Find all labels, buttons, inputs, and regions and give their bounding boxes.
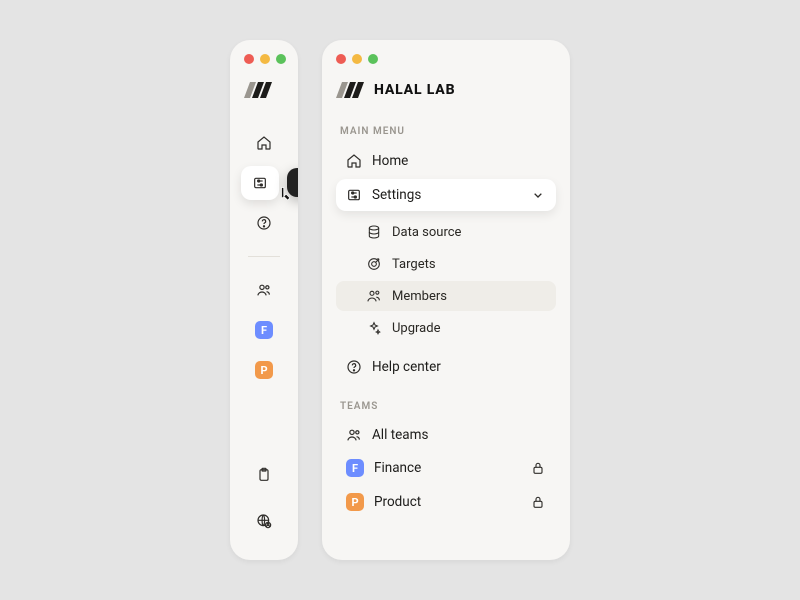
rail-item-home[interactable] (245, 126, 283, 160)
lock-icon (530, 460, 546, 476)
sparkle-icon (366, 320, 382, 336)
teams-item-label: All teams (372, 427, 428, 443)
submenu-item-upgrade[interactable]: Upgrade (336, 313, 556, 343)
rail-item-all-teams[interactable] (245, 273, 283, 307)
members-icon (366, 288, 382, 304)
submenu-item-label: Data source (392, 225, 461, 240)
team-badge-finance: F (255, 321, 273, 339)
users-icon (256, 282, 272, 298)
rail-item-settings[interactable]: Settings (241, 166, 279, 200)
submenu-item-members[interactable]: Members (336, 281, 556, 311)
menu-item-home[interactable]: Home (336, 145, 556, 177)
maximize-window-button[interactable] (368, 54, 378, 64)
menu-item-label: Settings (372, 187, 421, 203)
menu-item-settings[interactable]: Settings (336, 179, 556, 211)
help-icon (346, 359, 362, 375)
submenu-item-label: Members (392, 289, 447, 304)
minimize-window-button[interactable] (260, 54, 270, 64)
lock-icon (530, 494, 546, 510)
rail-item-notes[interactable] (245, 458, 283, 492)
team-badge-finance: F (346, 459, 364, 477)
submenu-item-label: Targets (392, 257, 436, 272)
maximize-window-button[interactable] (276, 54, 286, 64)
settings-submenu: Data source Targets Members Upgrade (336, 217, 556, 343)
database-icon (366, 224, 382, 240)
teams-item-all[interactable]: All teams (336, 420, 556, 450)
close-window-button[interactable] (244, 54, 254, 64)
rail-item-product[interactable]: P (245, 353, 283, 387)
teams-item-label: Finance (374, 460, 421, 476)
home-icon (256, 135, 272, 151)
menu-item-help[interactable]: Help center (336, 351, 556, 383)
minimize-window-button[interactable] (352, 54, 362, 64)
sidebar-collapsed: Settings F P (230, 40, 298, 560)
users-icon (346, 427, 362, 443)
section-label-main: MAIN MENU (340, 126, 556, 137)
tooltip-settings: Settings (287, 168, 298, 197)
brand-logo-icon (244, 82, 274, 98)
teams-item-product[interactable]: P Product (336, 486, 556, 518)
menu-item-label: Help center (372, 359, 441, 375)
sliders-icon (252, 175, 268, 191)
globe-user-icon (256, 513, 272, 529)
window-controls (244, 54, 286, 64)
teams-item-label: Product (374, 494, 421, 510)
sidebar-expanded: HALAL LAB MAIN MENU Home Settings Data (322, 40, 570, 560)
submenu-item-label: Upgrade (392, 321, 440, 336)
team-badge-product: P (255, 361, 273, 379)
rail-item-help[interactable] (245, 206, 283, 240)
close-window-button[interactable] (336, 54, 346, 64)
brand-logo-icon (336, 82, 366, 98)
menu-item-label: Home (372, 153, 408, 169)
window-controls (336, 54, 556, 64)
clipboard-icon (256, 467, 272, 483)
submenu-item-targets[interactable]: Targets (336, 249, 556, 279)
brand-row: HALAL LAB (336, 82, 556, 98)
teams-item-finance[interactable]: F Finance (336, 452, 556, 484)
home-icon (346, 153, 362, 169)
chevron-down-icon (530, 187, 546, 203)
submenu-item-data-source[interactable]: Data source (336, 217, 556, 247)
rail-item-account[interactable] (245, 504, 283, 538)
rail-item-finance[interactable]: F (245, 313, 283, 347)
team-badge-product: P (346, 493, 364, 511)
section-label-teams: TEAMS (340, 401, 556, 412)
divider (248, 256, 280, 257)
target-icon (366, 256, 382, 272)
brand-name: HALAL LAB (374, 82, 455, 98)
help-icon (256, 215, 272, 231)
sliders-icon (346, 187, 362, 203)
